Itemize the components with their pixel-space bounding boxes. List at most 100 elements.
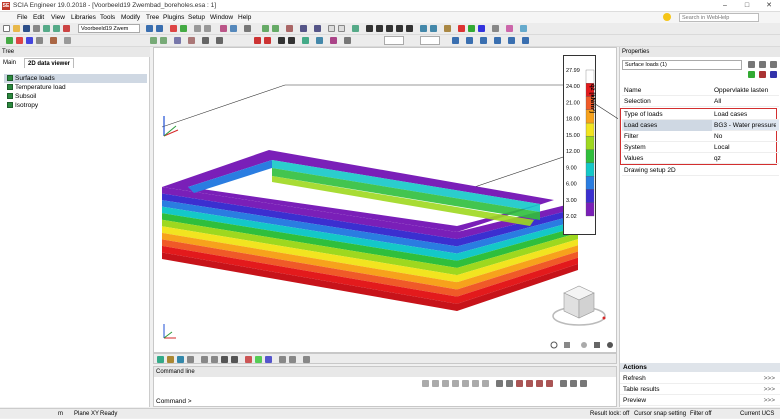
cmd-tool-icon[interactable] [422,380,429,387]
menu-file[interactable]: File [17,14,27,21]
results-icon[interactable] [170,25,177,32]
prop-value[interactable]: Load cases [714,109,776,120]
project-combo[interactable]: Voorbeeld19 Zwem [78,24,140,33]
wireframe-icon[interactable] [338,25,345,32]
cmd-tool-icon[interactable] [580,380,587,387]
properties-tool-icon[interactable] [759,71,766,78]
support-icon[interactable] [188,37,195,44]
vp-tool-icon[interactable] [177,356,184,363]
view-cube-icon[interactable] [552,285,606,326]
results-tree-icon[interactable] [36,37,43,44]
tree-item-temperature-load[interactable]: Temperature load [4,83,147,92]
print-icon[interactable] [33,25,40,32]
command-prompt[interactable]: Command > [156,398,192,405]
prop-value[interactable]: Oppervlakte lasten [714,85,776,96]
split-icon[interactable] [330,37,337,44]
menu-tools[interactable]: Tools [100,14,115,21]
save-icon[interactable] [23,25,30,32]
size-spinner[interactable] [420,36,440,45]
checkbox-icon[interactable] [7,102,13,108]
member-icon[interactable] [230,25,237,32]
prop-value[interactable]: Local [714,142,776,153]
vp-tool-icon[interactable] [303,356,310,363]
select-objects-icon[interactable] [759,61,766,68]
load-icon[interactable] [220,25,227,32]
prop-value[interactable]: BG3 - Water pressure [714,120,776,131]
layer-icon[interactable] [300,25,307,32]
cmd-tool-icon[interactable] [452,380,459,387]
cmd-tool-icon[interactable] [432,380,439,387]
webhelp-search-input[interactable]: Search in WebHelp [679,13,759,22]
display-icon[interactable] [452,37,459,44]
vp-tool-icon[interactable] [289,356,296,363]
select-icon[interactable] [262,25,269,32]
prop-value[interactable]: No [714,131,776,142]
tab-2d-data-viewer[interactable]: 2D data viewer [24,58,75,68]
cmd-tool-icon[interactable] [496,380,503,387]
rotate-icon[interactable] [420,25,427,32]
filter-icon[interactable] [748,61,755,68]
copy-icon[interactable] [288,37,295,44]
axis-z-icon[interactable] [478,25,485,32]
cmd-tool-icon[interactable] [472,380,479,387]
cmd-tool-icon[interactable] [526,380,533,387]
axis-x-icon[interactable] [458,25,465,32]
beam-icon[interactable] [160,37,167,44]
display-icon-3[interactable] [480,37,487,44]
snap-icon[interactable] [204,25,211,32]
mirror-icon[interactable] [302,37,309,44]
menu-libraries[interactable]: Libraries [71,14,96,21]
action-preview-button[interactable]: Preview >>> [620,395,780,406]
cmd-tool-icon[interactable] [560,380,567,387]
node-icon[interactable] [150,37,157,44]
prop-value[interactable]: All [714,96,776,107]
vp-tool-icon[interactable] [245,356,252,363]
vp-tool-icon[interactable] [265,356,272,363]
selection-combo[interactable]: Surface loads (1) [622,60,742,70]
menu-modify[interactable]: Modify [121,14,140,21]
cmd-tool-icon[interactable] [536,380,543,387]
menu-edit[interactable]: Edit [33,14,44,21]
3d-viewport[interactable] [153,47,618,353]
minimize-button[interactable]: – [714,0,736,12]
new-file-icon[interactable] [3,25,10,32]
zoom-window-icon[interactable] [406,25,413,32]
prop-value[interactable]: qz [714,153,776,164]
activity-icon[interactable] [314,25,321,32]
pan-icon[interactable] [430,25,437,32]
cmd-tool-icon[interactable] [570,380,577,387]
delete-node-icon[interactable] [264,37,271,44]
grid-icon[interactable] [194,25,201,32]
delete-member-icon[interactable] [254,37,261,44]
report-icon[interactable] [64,37,71,44]
move-icon[interactable] [278,37,285,44]
material-icon[interactable] [216,37,223,44]
zoom-all-icon[interactable] [396,25,403,32]
refresh-icon[interactable] [352,25,359,32]
tree-item-surface-loads[interactable]: Surface loads [4,74,147,83]
vp-tool-icon[interactable] [157,356,164,363]
tree-item-isotropy[interactable]: Isotropy [4,101,147,110]
feedback-smiley-icon[interactable] [663,13,671,21]
vp-tool-icon[interactable] [279,356,286,363]
structure-icon[interactable] [6,37,13,44]
vp-tool-icon[interactable] [167,356,174,363]
display-icon-2[interactable] [466,37,473,44]
checkbox-icon[interactable] [7,84,13,90]
display-icon-6[interactable] [522,37,529,44]
maximize-button[interactable]: □ [736,0,758,12]
undo-icon[interactable] [43,25,50,32]
checkbox-icon[interactable] [7,93,13,99]
cmd-tool-icon[interactable] [462,380,469,387]
deselect-icon[interactable] [286,25,293,32]
menu-help[interactable]: Help [238,14,251,21]
settings-icon[interactable] [244,25,251,32]
delete-icon[interactable] [63,25,70,32]
properties-tool-icon[interactable] [770,71,777,78]
display-icon-4[interactable] [494,37,501,44]
render-icon[interactable] [328,25,335,32]
tree-item-subsoil[interactable]: Subsoil [4,92,147,101]
menu-view[interactable]: View [51,14,65,21]
document-icon[interactable] [50,37,57,44]
view-icon-2[interactable] [156,25,163,32]
